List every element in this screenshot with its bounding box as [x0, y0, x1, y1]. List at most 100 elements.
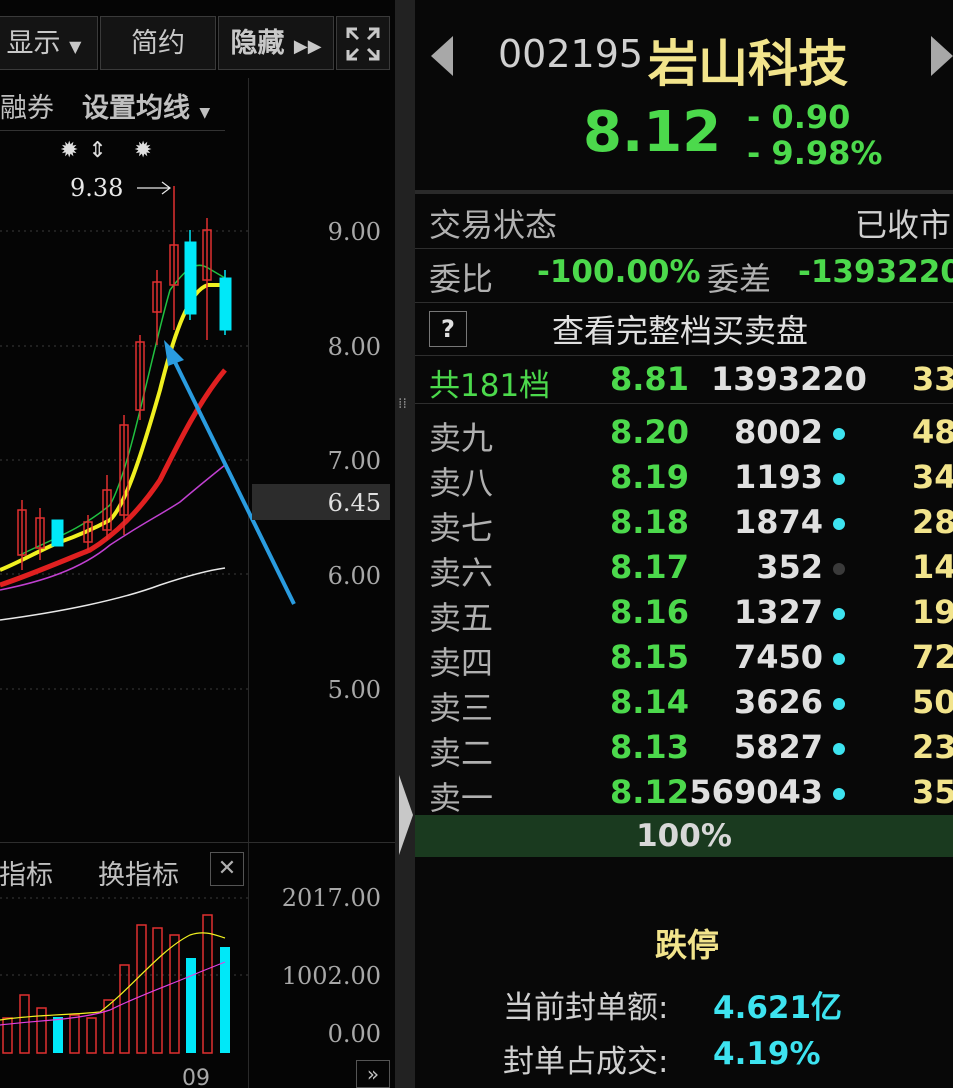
close-indicator-button[interactable]: ✕ [210, 852, 244, 886]
ask-price: 8.20 [610, 413, 689, 451]
drag-handle-icon[interactable]: ⁞⁞ [398, 397, 407, 411]
simple-label: 简约 [131, 28, 185, 59]
add-indicator-button[interactable]: 加指标 [0, 853, 53, 892]
ma-setting-label: 设置均线 [82, 93, 190, 124]
order-dot-icon [833, 428, 845, 440]
row-separator [415, 403, 953, 404]
ask-volume: 1327 [733, 593, 823, 631]
chart-pane: 显示 ▼ 简约 隐藏 ▶▶ 融券 设置均线 ▼ ✹⇕ ✹ 9.38 9.00 8… [0, 0, 395, 1088]
expand-icon [346, 27, 380, 61]
y-tick: 7.00 [327, 447, 381, 475]
order-ratio-bar: 100% [415, 815, 953, 857]
display-label: 显示 [6, 28, 61, 59]
indicator-separator [0, 842, 395, 843]
ask-label: 卖二 [429, 734, 494, 772]
margin-label: 融券 [0, 93, 54, 124]
ask-price: 8.12 [610, 773, 689, 811]
display-dropdown[interactable]: 显示 ▼ [0, 16, 98, 70]
ask-count: 23 [912, 728, 953, 766]
order-dot-icon [833, 473, 845, 485]
y-tick: 5.00 [327, 676, 381, 704]
y-tick: 6.00 [327, 562, 381, 590]
help-button[interactable]: ? [429, 311, 467, 347]
ask-volume: 1193 [733, 458, 823, 496]
order-dot-icon [833, 743, 845, 755]
scroll-right-button[interactable]: » [356, 1060, 390, 1088]
bid-diff-label: 委差 [707, 260, 772, 298]
ma-setting-dropdown[interactable]: 设置均线 ▼ [82, 86, 210, 125]
row-separator [415, 355, 953, 356]
seal-ratio-value: 4.19% [713, 1036, 821, 1072]
quote-pane: 002195 岩山科技 8.12 - 0.90 - 9.98% 交易状态 已收市… [415, 0, 953, 1088]
double-arrow-right-icon: ▶▶ [293, 36, 322, 57]
ask-price: 8.19 [610, 458, 689, 496]
collapse-arrow-icon[interactable] [397, 775, 413, 855]
ask-count: 35 [912, 773, 953, 811]
ask-row[interactable]: 卖九 8.20 8002 48 [415, 413, 953, 458]
simple-button[interactable]: 简约 [100, 16, 216, 70]
high-price-marker: 9.38 [70, 174, 124, 202]
pane-divider[interactable]: ⁞⁞ [395, 0, 415, 1088]
ask-count: 48 [912, 413, 953, 451]
y-tick: 9.00 [327, 218, 381, 246]
total-volume: 1393220 [711, 360, 867, 398]
ask-label: 卖四 [429, 644, 494, 682]
ask-count: 50 [912, 683, 953, 721]
hide-label: 隐藏 [230, 28, 285, 59]
ask-volume: 5827 [733, 728, 823, 766]
bid-ratio-value: -100.00% [537, 254, 701, 290]
order-ratio-label: 100% [636, 818, 732, 854]
trade-status-value: 已收市 [854, 206, 951, 244]
ask-price: 8.18 [610, 503, 689, 541]
close-icon: ✕ [217, 856, 237, 881]
ask-row[interactable]: 卖五 8.16 1327 19 [415, 593, 953, 638]
full-book-link[interactable]: 查看完整档买卖盘 [552, 306, 808, 352]
fullscreen-button[interactable] [336, 16, 390, 70]
ask-count: 34 [912, 458, 953, 496]
prev-stock-button[interactable] [431, 36, 453, 76]
header-separator [415, 190, 953, 194]
x-axis-label: 09 [182, 1066, 210, 1088]
ask-row[interactable]: 卖六 8.17 352 14 [415, 548, 953, 593]
stock-code: 002195 [498, 32, 644, 76]
order-dot-icon [833, 518, 845, 530]
caret-down-icon: ▼ [199, 105, 211, 121]
current-price-label: 6.45 [327, 489, 381, 517]
ask-row[interactable]: 卖七 8.18 1874 28 [415, 503, 953, 548]
ask-row[interactable]: 卖四 8.15 7450 72 [415, 638, 953, 683]
double-chevron-right-icon: » [366, 1062, 380, 1086]
event-markers[interactable]: ✹⇕ ✹ [60, 138, 162, 163]
ask-row[interactable]: 卖一 8.12 569043 35 [415, 773, 953, 818]
hide-button[interactable]: 隐藏 ▶▶ [218, 16, 334, 70]
ask-price: 8.15 [610, 638, 689, 676]
ask-volume: 352 [756, 548, 823, 586]
switch-indicator-button[interactable]: 换指标 [98, 853, 179, 892]
ask-label: 卖九 [429, 419, 494, 457]
order-dot-icon [833, 653, 845, 665]
order-dot-icon [833, 608, 845, 620]
total-count: 33 [912, 360, 953, 398]
ask-row[interactable]: 卖二 8.13 5827 23 [415, 728, 953, 773]
order-dot-icon [833, 698, 845, 710]
row-separator [415, 302, 953, 303]
row-separator [415, 248, 953, 249]
total-levels: 共181档 [429, 368, 551, 404]
ask-volume: 7450 [733, 638, 823, 676]
ask-row[interactable]: 卖三 8.14 3626 50 [415, 683, 953, 728]
ask-label: 卖一 [429, 779, 494, 817]
seal-amount-value: 4.621亿 [713, 990, 843, 1026]
stock-name: 岩山科技 [648, 35, 848, 93]
next-stock-button[interactable] [931, 36, 953, 76]
ask-volume: 1874 [733, 503, 823, 541]
vol-y-tick: 2017.00 [281, 884, 381, 912]
price-change: - 0.90 [747, 98, 851, 136]
caret-down-icon: ▼ [69, 37, 82, 56]
ask-volume: 569043 [689, 773, 823, 811]
volume-chart [0, 897, 248, 1054]
ask-row[interactable]: 卖八 8.19 1193 34 [415, 458, 953, 503]
limit-down-title: 跌停 [655, 926, 720, 964]
ask-price: 8.16 [610, 593, 689, 631]
ask-count: 19 [912, 593, 953, 631]
order-dot-icon [833, 788, 845, 800]
total-price: 8.81 [610, 360, 689, 398]
